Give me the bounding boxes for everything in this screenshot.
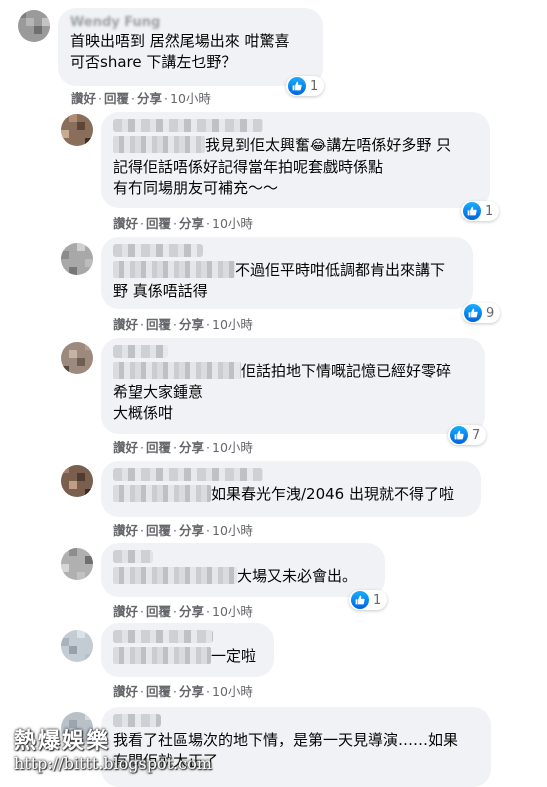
- like-reaction-icon: [463, 202, 481, 220]
- timestamp[interactable]: 10小時: [212, 216, 253, 231]
- avatar[interactable]: [61, 243, 93, 275]
- comment-text: 不過佢平時咁低調都肯出來講下 野 真係唔話得: [113, 261, 446, 300]
- comment-actions: 讚好 · 回覆 · 分享 · 10小時: [113, 317, 253, 332]
- reaction-count: 9: [486, 305, 495, 321]
- comment-actions: 讚好 · 回覆 · 分享 · 10小時: [113, 216, 253, 231]
- comment-actions: 讚好 · 回覆 · 分享 · 10小時: [113, 523, 253, 538]
- commenter-name-blurred[interactable]: [113, 244, 203, 257]
- avatar[interactable]: [61, 630, 93, 662]
- reply-link[interactable]: 回覆: [146, 684, 171, 699]
- comment-actions: 讚好 · 回覆 · 分享 · 10小時: [113, 684, 253, 699]
- commenter-name-blurred[interactable]: [113, 468, 263, 481]
- like-link[interactable]: 讚好: [113, 604, 138, 619]
- commenter-name-blurred[interactable]: [113, 345, 168, 358]
- like-link[interactable]: 讚好: [71, 91, 96, 106]
- reaction-count: 1: [373, 592, 382, 608]
- comment-actions: 讚好 · 回覆 · 分享 · 10小時: [113, 604, 253, 619]
- timestamp[interactable]: 10小時: [212, 317, 253, 332]
- commenter-name-blurred[interactable]: [113, 550, 153, 563]
- reaction-summary[interactable]: 1: [461, 201, 500, 221]
- reaction-count: 1: [485, 203, 494, 219]
- site-watermark: 熱爆娛樂 http://bittt.blogspot.com: [14, 728, 212, 774]
- watermark-title: 熱爆娛樂: [14, 728, 111, 754]
- comment-bubble: 佢話拍地下情嘅記憶已經好零碎 希望大家鍾意 大概係咁: [101, 338, 485, 434]
- comment-actions: 讚好 · 回覆 · 分享 · 10小時: [113, 440, 253, 455]
- avatar[interactable]: [61, 548, 93, 580]
- avatar[interactable]: [61, 465, 93, 497]
- laughing-emoji-icon: 😂: [310, 138, 327, 154]
- mention-blurred[interactable]: [113, 261, 235, 278]
- mention-blurred[interactable]: [113, 647, 211, 664]
- comment-bubble: 我見到佢太興奮😂講左唔係好多野 只 記得佢話唔係好記得當年拍呢套戲時係點 有冇同…: [101, 112, 490, 208]
- reaction-summary[interactable]: 1: [349, 590, 388, 610]
- like-link[interactable]: 讚好: [113, 684, 138, 699]
- reply-link[interactable]: 回覆: [146, 317, 171, 332]
- share-link[interactable]: 分享: [179, 684, 204, 699]
- like-reaction-icon: [464, 304, 482, 322]
- like-reaction-icon: [288, 77, 306, 95]
- like-reaction-icon: [351, 591, 369, 609]
- comment-bubble: 如果春光乍洩/2046 出現就不得了啦: [101, 461, 481, 517]
- like-link[interactable]: 讚好: [113, 523, 138, 538]
- timestamp[interactable]: 10小時: [212, 440, 253, 455]
- commenter-name[interactable]: Wendy Fung: [70, 15, 311, 31]
- mention-blurred[interactable]: [113, 567, 237, 584]
- like-link[interactable]: 讚好: [113, 216, 138, 231]
- share-link[interactable]: 分享: [179, 216, 204, 231]
- like-link[interactable]: 讚好: [113, 317, 138, 332]
- reaction-count: 7: [472, 427, 481, 443]
- mention-blurred[interactable]: [113, 136, 205, 153]
- timestamp[interactable]: 10小時: [170, 91, 211, 106]
- watermark-url: http://bittt.blogspot.com: [14, 754, 212, 773]
- comment-bubble: 大場又未必會出。: [101, 543, 385, 597]
- share-link[interactable]: 分享: [137, 91, 162, 106]
- commenter-name-blurred[interactable]: [113, 119, 263, 132]
- reply-link[interactable]: 回覆: [146, 523, 171, 538]
- mention-blurred[interactable]: [113, 485, 211, 502]
- reaction-count: 1: [310, 78, 319, 94]
- reply-link[interactable]: 回覆: [104, 91, 129, 106]
- avatar[interactable]: [61, 342, 93, 374]
- comment-bubble: 不過佢平時咁低調都肯出來講下 野 真係唔話得: [101, 237, 473, 309]
- timestamp[interactable]: 10小時: [212, 523, 253, 538]
- reaction-summary[interactable]: 1: [286, 76, 325, 96]
- comment-text: 首映出唔到 居然尾場出來 咁驚喜 可否share 下講左乜野？: [70, 32, 290, 71]
- timestamp[interactable]: 10小時: [212, 684, 253, 699]
- share-link[interactable]: 分享: [179, 604, 204, 619]
- avatar[interactable]: [18, 10, 50, 42]
- comment-text: 大場又未必會出。: [113, 566, 373, 587]
- commenter-name-blurred[interactable]: [113, 714, 161, 727]
- comment-bubble: 一定啦: [101, 623, 274, 677]
- reaction-summary[interactable]: 7: [448, 425, 487, 445]
- share-link[interactable]: 分享: [179, 317, 204, 332]
- comment-text: 如果春光乍洩/2046 出現就不得了啦: [113, 484, 469, 505]
- comment-text: 佢話拍地下情嘅記憶已經好零碎 希望大家鍾意 大概係咁: [113, 362, 452, 422]
- comment-text: 一定啦: [113, 646, 262, 667]
- comment-bubble: Wendy Fung 首映出唔到 居然尾場出來 咁驚喜 可否share 下講左乜…: [58, 8, 323, 86]
- timestamp[interactable]: 10小時: [212, 604, 253, 619]
- mention-blurred[interactable]: [113, 362, 241, 379]
- reply-link[interactable]: 回覆: [146, 440, 171, 455]
- like-reaction-icon: [450, 426, 468, 444]
- reaction-summary[interactable]: 9: [462, 303, 501, 323]
- reply-link[interactable]: 回覆: [146, 216, 171, 231]
- commenter-name-blurred[interactable]: [113, 630, 213, 643]
- comment-actions: 讚好 · 回覆 · 分享 · 10小時: [71, 91, 211, 106]
- reply-link[interactable]: 回覆: [146, 604, 171, 619]
- avatar[interactable]: [61, 114, 93, 146]
- like-link[interactable]: 讚好: [113, 440, 138, 455]
- comment-text: 我見到佢太興奮😂講左唔係好多野 只 記得佢話唔係好記得當年拍呢套戲時係點 有冇同…: [113, 136, 452, 197]
- share-link[interactable]: 分享: [179, 523, 204, 538]
- share-link[interactable]: 分享: [179, 440, 204, 455]
